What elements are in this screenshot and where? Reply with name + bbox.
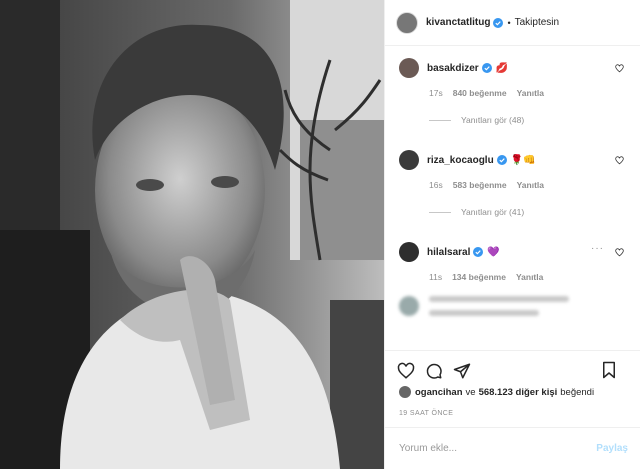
- separator-dot: •: [507, 17, 511, 28]
- comment-likes[interactable]: 134 beğenme: [452, 272, 506, 282]
- author-username[interactable]: kivanctatlitug: [426, 17, 490, 28]
- comment-likes[interactable]: 840 beğenme: [453, 88, 507, 98]
- reply-button[interactable]: Yanıtla: [517, 180, 544, 190]
- comment-box: Paylaş: [385, 427, 640, 469]
- comment-item: riza_kocaoglu 🌹👊 16s 583 beğenme Yanıtla…: [385, 150, 640, 228]
- comment-time: 17s: [429, 88, 443, 98]
- post-photo[interactable]: [0, 0, 384, 469]
- comment-text: 💜: [487, 246, 500, 258]
- comment-input[interactable]: [399, 443, 579, 454]
- comments-list: basakdizer 💋 17s 840 beğenme Yanıtla Yan…: [385, 58, 640, 324]
- comment-time: 11s: [429, 272, 443, 282]
- portrait-image: [0, 0, 384, 469]
- comment-likes[interactable]: 583 beğenme: [453, 180, 507, 190]
- more-options-icon[interactable]: ···: [591, 243, 604, 254]
- verified-icon: [496, 155, 507, 165]
- post-header: kivanctatlitug • Takiptesin: [385, 0, 640, 46]
- action-bar: [385, 350, 640, 390]
- replies-divider: [429, 211, 451, 213]
- share-icon[interactable]: [453, 362, 471, 380]
- comment-text: 💋: [495, 62, 509, 74]
- commenter-username[interactable]: hilalsaral: [427, 247, 470, 258]
- liked-by: ogancihan ve 568.123 diğer kişi beğendi: [399, 386, 594, 398]
- comment-item: basakdizer 💋 17s 840 beğenme Yanıtla Yan…: [385, 58, 640, 136]
- view-replies[interactable]: Yanıtları gör (41): [429, 207, 640, 217]
- commenter-username[interactable]: basakdizer: [427, 63, 479, 74]
- verified-icon: [481, 63, 492, 73]
- verified-icon: [473, 247, 484, 257]
- comment-item: hilalsaral 💜 ··· 11s 134 beğenme Yanıtla: [385, 242, 640, 292]
- liked-by-suffix: beğendi: [560, 386, 595, 398]
- bookmark-icon[interactable]: [600, 361, 618, 379]
- view-replies-label: Yanıtları gör (41): [461, 207, 525, 217]
- blurred-avatar: [399, 296, 419, 316]
- comment-text: 🌹👊: [510, 154, 536, 166]
- liker-avatar[interactable]: [399, 386, 411, 398]
- liked-by-count[interactable]: 568.123 diğer kişi: [479, 387, 558, 398]
- commenter-avatar[interactable]: [399, 242, 419, 262]
- commenter-username[interactable]: riza_kocaoglu: [427, 155, 494, 166]
- post-sidebar: kivanctatlitug • Takiptesin basakdizer 💋…: [384, 0, 640, 469]
- replies-divider: [429, 119, 451, 121]
- view-replies-label: Yanıtları gör (48): [461, 115, 525, 125]
- post-modal: kivanctatlitug • Takiptesin basakdizer 💋…: [0, 0, 640, 469]
- reply-button[interactable]: Yanıtla: [517, 88, 544, 98]
- comment-icon[interactable]: [425, 362, 443, 380]
- heart-icon[interactable]: [615, 248, 624, 257]
- following-status[interactable]: Takiptesin: [515, 17, 559, 28]
- commenter-avatar[interactable]: [399, 58, 419, 78]
- post-timestamp: 19 SAAT ÖNCE: [399, 410, 454, 417]
- blurred-text: [429, 296, 569, 324]
- heart-icon[interactable]: [397, 362, 415, 380]
- liked-by-connector: ve: [465, 386, 476, 398]
- commenter-avatar[interactable]: [399, 150, 419, 170]
- verified-icon: [493, 17, 504, 28]
- comment-time: 16s: [429, 180, 443, 190]
- author-avatar[interactable]: [396, 11, 418, 34]
- reply-button[interactable]: Yanıtla: [516, 272, 543, 282]
- view-replies[interactable]: Yanıtları gör (48): [429, 115, 640, 125]
- post-button[interactable]: Paylaş: [596, 443, 628, 454]
- heart-icon[interactable]: [615, 156, 624, 165]
- blurred-comment: [385, 296, 640, 324]
- heart-icon[interactable]: [615, 64, 624, 73]
- liker-username[interactable]: ogancihan: [415, 387, 463, 398]
